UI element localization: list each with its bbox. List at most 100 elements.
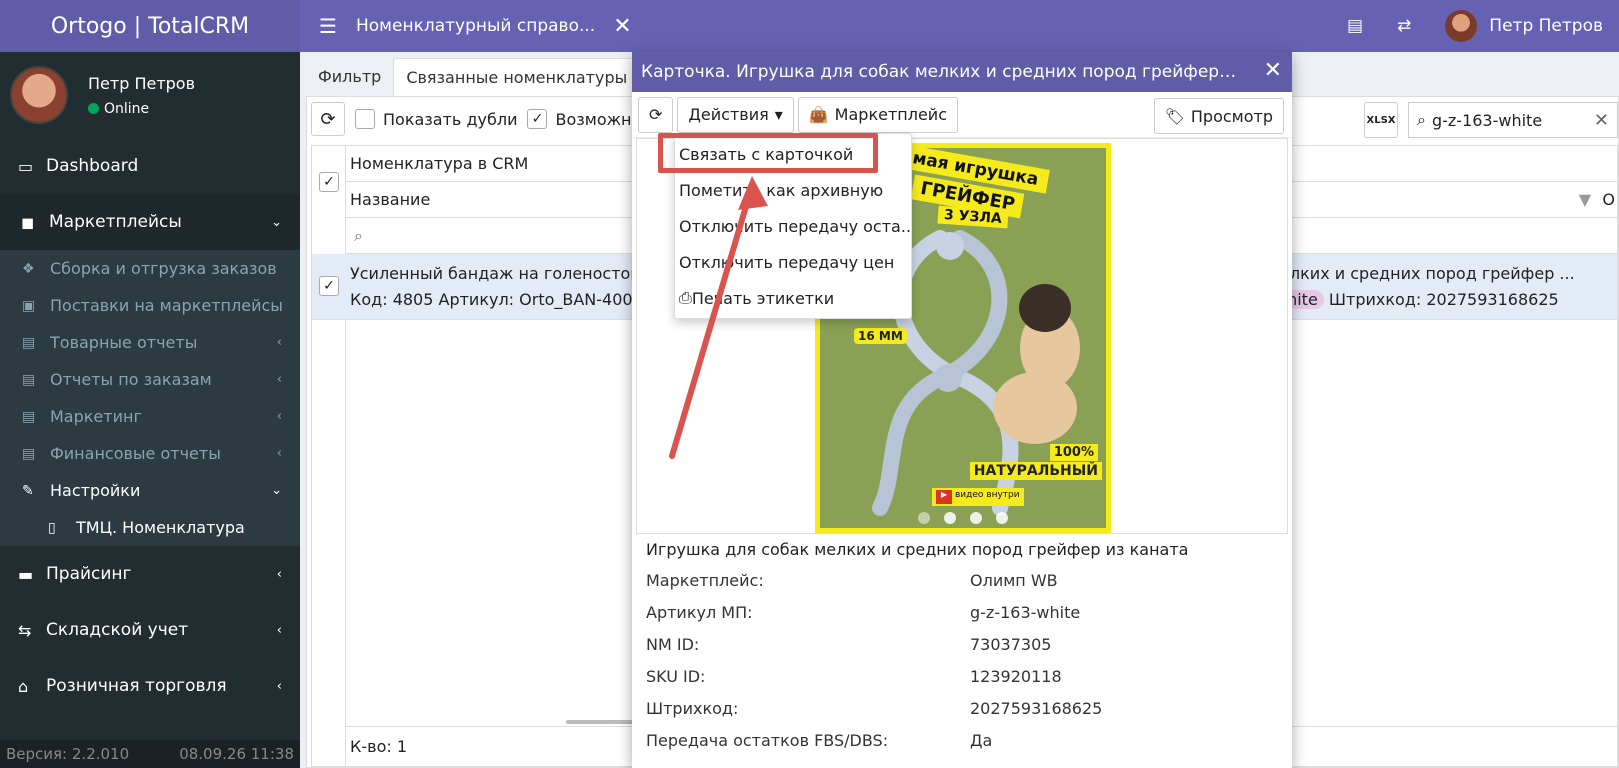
play-icon: ▶ xyxy=(936,490,952,504)
sidebar-item-supplies[interactable]: ▣ Поставки на маркетплейсы xyxy=(0,287,300,324)
export-xlsx-button[interactable]: XLSX xyxy=(1364,102,1398,138)
image-text-mm: 16 ММ xyxy=(854,328,907,344)
show-dupes-checkbox[interactable]: Показать дубли xyxy=(355,109,517,129)
menu-item-mark-archived[interactable]: Пометить как архивную xyxy=(675,172,911,208)
sidebar-item-marketplaces[interactable]: ◼ Маркетплейсы ⌄ xyxy=(0,194,300,250)
image-text-percent: 100% xyxy=(1049,444,1098,461)
table-icon: ▤ xyxy=(22,445,36,462)
menu-item-print-label[interactable]: ⎙ Печать этикетки xyxy=(675,280,911,316)
sidebar-item-label: Прайсинг xyxy=(46,564,132,584)
menu-toggle-icon[interactable]: ☰ xyxy=(300,14,356,38)
actions-dropdown-button[interactable]: Действия ▾ xyxy=(677,96,794,133)
menu-item-disable-stock[interactable]: Отключить передачу оста... xyxy=(675,208,911,244)
modal-title: Карточка. Игрушка для собак мелких и сре… xyxy=(641,62,1241,82)
carousel-dot[interactable] xyxy=(970,512,982,524)
row-code: Код: 4805 Артикул: Orto_BAN-400_ xyxy=(350,290,641,309)
marketplace-label: Маркетплейс xyxy=(834,105,947,124)
table-icon: ▤ xyxy=(22,408,36,425)
chevron-left-icon: ‹ xyxy=(276,566,282,582)
prop-key: SKU ID: xyxy=(646,666,706,686)
tab-filter[interactable]: Фильтр xyxy=(306,58,393,96)
close-icon[interactable]: ✕ xyxy=(1264,58,1282,83)
modal-refresh-button[interactable]: ⟳ xyxy=(638,96,674,133)
checkmark-icon[interactable]: ✓ xyxy=(527,109,548,129)
exchange-icon: ⇆ xyxy=(18,620,32,640)
credit-card-icon: ▬ xyxy=(18,564,34,584)
prop-row: NM ID: 73037305 xyxy=(646,628,1282,660)
sidebar-item-financial-reports[interactable]: ▤ Финансовые отчеты ‹ xyxy=(0,435,300,472)
marketplaces-submenu: ❖ Сборка и отгрузка заказов ▣ Поставки на … xyxy=(0,250,300,546)
show-dupes-label: Показать дубли xyxy=(383,109,518,129)
tag-icon: 🏷 xyxy=(1164,106,1185,126)
video-label: видео внутри xyxy=(955,490,1020,500)
carousel-dot[interactable] xyxy=(996,512,1008,524)
sidebar-item-label: Отчеты по заказам xyxy=(50,370,212,389)
prop-key: NM ID: xyxy=(646,634,700,654)
chevron-left-icon: ‹ xyxy=(276,622,282,638)
archive-icon: ▣ xyxy=(22,297,36,314)
prop-row: Штрихкод: 2027593168625 xyxy=(646,692,1282,724)
view-label: Просмотр xyxy=(1190,106,1273,126)
top-tab[interactable]: Номенклатурный справо... ✕ xyxy=(356,14,632,39)
sidebar-item-label: Розничная торговля xyxy=(46,676,227,696)
sidebar-item-label: Товарные отчеты xyxy=(50,333,198,352)
tab-linked[interactable]: Связанные номенклатуры xyxy=(393,58,641,96)
menu-item-disable-prices[interactable]: Отключить передачу цен xyxy=(675,244,911,280)
chevron-down-icon: ⌄ xyxy=(271,483,282,498)
version-text: Версия: 2.2.010 xyxy=(6,745,130,763)
row-checkbox[interactable]: ✓ xyxy=(319,276,339,296)
sidebar-item-label: Складской учет xyxy=(46,620,189,640)
product-name: Игрушка для собак мелких и средних пород… xyxy=(646,540,1189,559)
xlsx-icon: XLSX xyxy=(1366,114,1396,126)
close-tab-icon[interactable]: ✕ xyxy=(613,14,631,39)
app-brand[interactable]: Ortogo | TotalCRM xyxy=(0,0,300,52)
shopping-bag-icon: ◼ xyxy=(21,212,35,232)
search-value[interactable]: g-z-163-white xyxy=(1432,111,1542,130)
sidebar-item-nomenclature[interactable]: ▯ ТМЦ. Номенклатура xyxy=(0,509,300,546)
sidebar-item-order-reports[interactable]: ▤ Отчеты по заказам ‹ xyxy=(0,361,300,398)
prop-key: Передача остатков FBS/DBS: xyxy=(646,730,889,750)
filter-funnel-icon[interactable]: ▼ xyxy=(1579,190,1591,209)
datetime-text: 08.09.26 11:38 xyxy=(179,745,294,763)
chevron-left-icon: ‹ xyxy=(276,372,282,387)
search-input[interactable]: ⌕ g-z-163-white ✕ xyxy=(1408,102,1618,138)
prop-row: Артикул МП: g-z-163-white xyxy=(646,596,1282,628)
user-name: Петр Петров xyxy=(1489,16,1603,36)
user-menu[interactable]: Петр Петров xyxy=(1445,10,1603,42)
marketplace-button[interactable]: 👜 Маркетплейс xyxy=(797,96,958,133)
sidebar-item-label: ТМЦ. Номенклатура xyxy=(76,518,245,537)
sidebar-item-assembly[interactable]: ❖ Сборка и отгрузка заказов xyxy=(0,250,300,287)
product-properties: Маркетплейс: Олимп WB Артикул МП: g-z-163-… xyxy=(646,564,1282,756)
column-header-label: Название xyxy=(350,190,431,209)
checkbox-icon[interactable] xyxy=(355,109,375,129)
select-all-checkbox[interactable]: ✓ xyxy=(319,172,339,192)
prop-key: Штрихкод: xyxy=(646,698,739,718)
monitor-icon: ▭ xyxy=(18,156,34,176)
sidebar-item-warehouse[interactable]: ⇆ Складской учет ‹ xyxy=(0,602,300,658)
messages-icon[interactable]: ▤ xyxy=(1347,16,1363,36)
language-icon[interactable]: ⇄ xyxy=(1397,16,1411,36)
sidebar-item-pricing[interactable]: ▬ Прайсинг ‹ xyxy=(0,546,300,602)
sidebar-item-settings[interactable]: ✎ Настройки ⌄ xyxy=(0,472,300,509)
sidebar-item-marketing[interactable]: ▤ Маркетинг ‹ xyxy=(0,398,300,435)
clear-icon[interactable]: ✕ xyxy=(1594,110,1609,131)
view-button[interactable]: 🏷 Просмотр xyxy=(1153,98,1284,134)
sidebar-item-label: Dashboard xyxy=(46,156,139,176)
sidebar-item-dashboard[interactable]: ▭ Dashboard xyxy=(0,138,300,194)
sidebar-item-label: Настройки xyxy=(50,481,141,500)
sidebar-item-product-reports[interactable]: ▤ Товарные отчеты ‹ xyxy=(0,324,300,361)
sidebar-item-retail[interactable]: ⌂ Розничная торговля ‹ xyxy=(0,658,300,714)
row-mp-name: мелких и средних пород грейфер ... xyxy=(1268,264,1575,283)
carousel-dot[interactable] xyxy=(918,512,930,524)
shopping-bag-icon: 👜 xyxy=(808,105,829,124)
version-footer: Версия: 2.2.010 08.09.26 11:38 xyxy=(0,740,300,768)
top-tab-title[interactable]: Номенклатурный справо... xyxy=(356,16,595,36)
prop-row: Маркетплейс: Олимп WB xyxy=(646,564,1282,596)
chevron-left-icon: ‹ xyxy=(276,335,282,350)
row-barcode: Штрихкод: 2027593168625 xyxy=(1328,290,1559,309)
avatar xyxy=(1445,10,1478,42)
carousel-dot[interactable] xyxy=(944,512,956,524)
refresh-button[interactable]: ⟳ xyxy=(311,102,345,136)
carousel-dots[interactable] xyxy=(918,512,1008,524)
prop-row: SKU ID: 123920118 xyxy=(646,660,1282,692)
